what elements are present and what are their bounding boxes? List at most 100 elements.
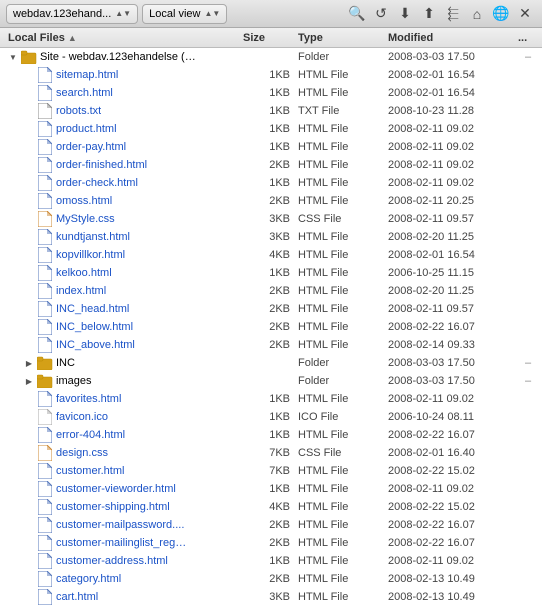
file-name[interactable]: robots.txt	[56, 105, 101, 117]
cell-modified: 2008-02-01 16.54	[388, 69, 518, 81]
file-name[interactable]: order-pay.html	[56, 141, 126, 153]
table-row[interactable]: INC_head.html 2KB HTML File 2008-02-11 0…	[0, 300, 542, 318]
html-icon	[37, 499, 53, 515]
file-name[interactable]: customer.html	[56, 465, 124, 477]
file-name[interactable]: INC	[56, 357, 75, 369]
file-name[interactable]: Site - webdav.123ehandelse (…	[40, 51, 196, 63]
site-dropdown[interactable]: webdav.123ehand... ▲▼	[6, 4, 138, 24]
home-icon[interactable]: ⌂	[466, 3, 488, 25]
disconnect-icon[interactable]: ✕	[514, 3, 536, 25]
arrow-down-icon[interactable]: ⬇	[394, 3, 416, 25]
file-name[interactable]: customer-mailpassword....	[56, 519, 184, 531]
file-name[interactable]: INC_above.html	[56, 339, 135, 351]
table-row[interactable]: favicon.ico 1KB ICO File 2006-10-24 08.1…	[0, 408, 542, 426]
table-row[interactable]: customer-mailpassword.... 2KB HTML File …	[0, 516, 542, 534]
refresh-icon[interactable]: ↺	[370, 3, 392, 25]
cell-size: 7KB	[243, 447, 298, 459]
cell-name: order-finished.html	[4, 157, 243, 173]
table-row[interactable]: customer.html 7KB HTML File 2008-02-22 1…	[0, 462, 542, 480]
table-row[interactable]: ▼ Site - webdav.123ehandelse (… Folder 2…	[0, 48, 542, 66]
file-name[interactable]: customer-vieworder.html	[56, 483, 176, 495]
table-row[interactable]: kelkoo.html 1KB HTML File 2006-10-25 11.…	[0, 264, 542, 282]
table-row[interactable]: order-check.html 1KB HTML File 2008-02-1…	[0, 174, 542, 192]
file-name[interactable]: kelkoo.html	[56, 267, 112, 279]
table-row[interactable]: order-finished.html 2KB HTML File 2008-0…	[0, 156, 542, 174]
table-row[interactable]: kopvillkor.html 4KB HTML File 2008-02-01…	[0, 246, 542, 264]
table-row[interactable]: sitemap.html 1KB HTML File 2008-02-01 16…	[0, 66, 542, 84]
table-row[interactable]: MyStyle.css 3KB CSS File 2008-02-11 09.5…	[0, 210, 542, 228]
col-name-header[interactable]: Local Files ▲	[4, 32, 243, 44]
html-icon	[37, 481, 53, 497]
table-row[interactable]: error-404.html 1KB HTML File 2008-02-22 …	[0, 426, 542, 444]
table-row[interactable]: INC_above.html 2KB HTML File 2008-02-14 …	[0, 336, 542, 354]
table-row[interactable]: cart.html 3KB HTML File 2008-02-13 10.49	[0, 588, 542, 606]
cell-name: kelkoo.html	[4, 265, 243, 281]
table-row[interactable]: order-pay.html 1KB HTML File 2008-02-11 …	[0, 138, 542, 156]
expand-arrow[interactable]: ▼	[8, 52, 18, 62]
cell-size: 3KB	[243, 591, 298, 603]
cell-name: sitemap.html	[4, 67, 243, 83]
table-row[interactable]: customer-mailinglist_reg… 2KB HTML File …	[0, 534, 542, 552]
file-name[interactable]: category.html	[56, 573, 121, 585]
file-name[interactable]: INC_below.html	[56, 321, 133, 333]
file-name[interactable]: kundtjanst.html	[56, 231, 130, 243]
file-name[interactable]: INC_head.html	[56, 303, 129, 315]
ico-icon	[37, 409, 53, 425]
cell-name: customer-vieworder.html	[4, 481, 243, 497]
file-name[interactable]: error-404.html	[56, 429, 125, 441]
file-name[interactable]: customer-address.html	[56, 555, 168, 567]
table-row[interactable]: INC_below.html 2KB HTML File 2008-02-22 …	[0, 318, 542, 336]
file-name[interactable]: order-finished.html	[56, 159, 147, 171]
file-name[interactable]: product.html	[56, 123, 117, 135]
file-name[interactable]: favorites.html	[56, 393, 121, 405]
table-row[interactable]: omoss.html 2KB HTML File 2008-02-11 20.2…	[0, 192, 542, 210]
file-name[interactable]: cart.html	[56, 591, 98, 603]
col-extra-header[interactable]: ...	[518, 32, 538, 44]
cell-modified: 2008-02-14 09.33	[388, 339, 518, 351]
file-name[interactable]: omoss.html	[56, 195, 112, 207]
table-row[interactable]: category.html 2KB HTML File 2008-02-13 1…	[0, 570, 542, 588]
col-modified-header[interactable]: Modified	[388, 32, 518, 44]
cell-extra: –	[518, 51, 538, 63]
file-name[interactable]: customer-shipping.html	[56, 501, 170, 513]
table-row[interactable]: robots.txt 1KB TXT File 2008-10-23 11.28	[0, 102, 542, 120]
file-name[interactable]: search.html	[56, 87, 113, 99]
expand-arrow[interactable]: ▶	[24, 358, 34, 368]
table-row[interactable]: index.html 2KB HTML File 2008-02-20 11.2…	[0, 282, 542, 300]
expand-arrow[interactable]: ▶	[24, 376, 34, 386]
cell-size: 2KB	[243, 159, 298, 171]
table-row[interactable]: design.css 7KB CSS File 2008-02-01 16.40	[0, 444, 542, 462]
file-name[interactable]: MyStyle.css	[56, 213, 115, 225]
file-name[interactable]: customer-mailinglist_reg…	[56, 537, 186, 549]
table-row[interactable]: favorites.html 1KB HTML File 2008-02-11 …	[0, 390, 542, 408]
table-row[interactable]: ▶ INC Folder 2008-03-03 17.50 –	[0, 354, 542, 372]
table-row[interactable]: customer-vieworder.html 1KB HTML File 20…	[0, 480, 542, 498]
col-size-header[interactable]: Size	[243, 32, 298, 44]
html-icon	[37, 247, 53, 263]
globe-icon[interactable]: 🌐	[490, 3, 512, 25]
move-icon[interactable]: ⬱	[442, 3, 464, 25]
file-name[interactable]: kopvillkor.html	[56, 249, 125, 261]
file-name[interactable]: images	[56, 375, 91, 387]
cell-extra: –	[518, 357, 538, 369]
table-row[interactable]: ▶ images Folder 2008-03-03 17.50 –	[0, 372, 542, 390]
cell-name: INC_below.html	[4, 319, 243, 335]
file-name[interactable]: design.css	[56, 447, 108, 459]
cell-type: HTML File	[298, 249, 388, 261]
file-name[interactable]: favicon.ico	[56, 411, 108, 423]
table-row[interactable]: customer-address.html 1KB HTML File 2008…	[0, 552, 542, 570]
file-name[interactable]: sitemap.html	[56, 69, 118, 81]
search-icon[interactable]: 🔍	[346, 3, 368, 25]
col-type-header[interactable]: Type	[298, 32, 388, 44]
file-name[interactable]: order-check.html	[56, 177, 138, 189]
cell-name: category.html	[4, 571, 243, 587]
arrow-up-icon[interactable]: ⬆	[418, 3, 440, 25]
cell-modified: 2008-03-03 17.50	[388, 51, 518, 63]
file-name[interactable]: index.html	[56, 285, 106, 297]
table-row[interactable]: product.html 1KB HTML File 2008-02-11 09…	[0, 120, 542, 138]
view-dropdown[interactable]: Local view ▲▼	[142, 4, 227, 24]
table-row[interactable]: kundtjanst.html 3KB HTML File 2008-02-20…	[0, 228, 542, 246]
html-icon	[37, 301, 53, 317]
table-row[interactable]: search.html 1KB HTML File 2008-02-01 16.…	[0, 84, 542, 102]
table-row[interactable]: customer-shipping.html 4KB HTML File 200…	[0, 498, 542, 516]
